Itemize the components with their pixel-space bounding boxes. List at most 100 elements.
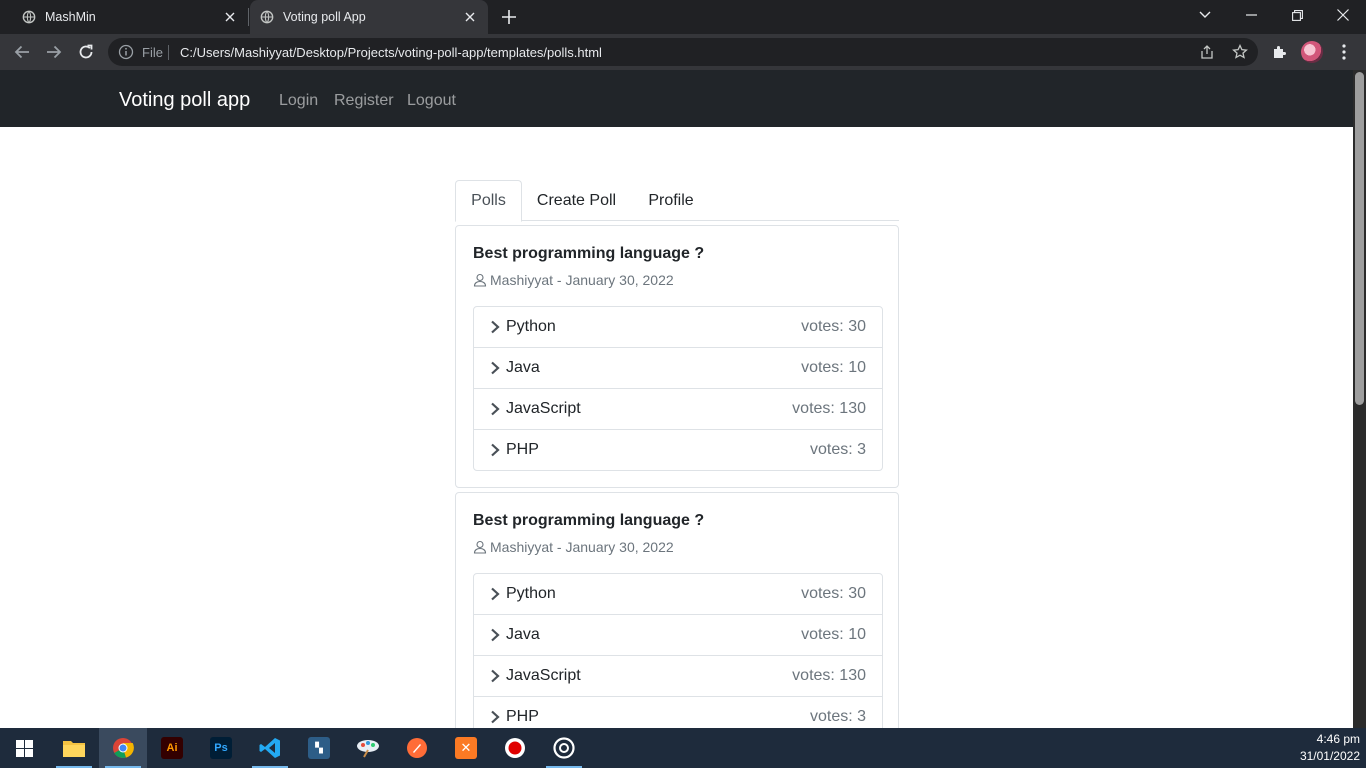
chevron-right-icon — [491, 587, 500, 601]
choice-name: Java — [506, 626, 540, 643]
choice-item[interactable]: Java votes: 10 — [474, 347, 882, 388]
choice-votes: votes: 30 — [801, 585, 866, 602]
user-icon — [473, 273, 487, 287]
choice-name: PHP — [506, 708, 539, 725]
chevron-right-icon — [491, 402, 500, 416]
choice-votes: votes: 3 — [809, 441, 866, 458]
browser-tab-mashmin[interactable]: MashMin — [0, 0, 248, 34]
browser-tabstrip: MashMin Voting poll App — [0, 0, 1366, 34]
choice-name: PHP — [506, 441, 539, 458]
user-icon — [473, 540, 487, 554]
url-separator — [168, 45, 169, 60]
chevron-right-icon — [491, 361, 500, 375]
app-navbar: Voting poll app Login Register Logout — [0, 70, 1353, 127]
choice-item[interactable]: Java votes: 10 — [474, 614, 882, 655]
choice-name: Python — [506, 585, 556, 602]
choice-name: JavaScript — [506, 400, 581, 417]
illustrator-icon[interactable]: Ai — [148, 728, 196, 768]
tab-profile[interactable]: Profile — [631, 180, 711, 221]
browser-toolbar: File C:/Users/Mashiyyat/Desktop/Projects… — [0, 34, 1366, 70]
browser-tab-voting-poll[interactable]: Voting poll App — [250, 0, 488, 34]
obs-icon[interactable] — [540, 728, 588, 768]
tab-divider — [248, 8, 249, 26]
clock-time: 4:46 pm — [1316, 732, 1360, 746]
poll-card: Best programming language ? Mashiyyat - … — [455, 225, 899, 488]
poll-author-date: Mashiyyat - January 30, 2022 — [490, 539, 674, 555]
new-tab-icon[interactable] — [498, 6, 520, 28]
choice-votes: votes: 130 — [792, 400, 866, 417]
tab-create-poll[interactable]: Create Poll — [522, 180, 631, 221]
close-tab-icon[interactable] — [462, 9, 478, 25]
choice-name: Java — [506, 359, 540, 376]
choice-item[interactable]: JavaScript votes: 130 — [474, 655, 882, 696]
menu-kebab-icon[interactable] — [1334, 42, 1354, 62]
bookmark-star-icon[interactable] — [1232, 44, 1248, 60]
poll-author-date: Mashiyyat - January 30, 2022 — [490, 272, 674, 288]
choice-item[interactable]: PHP votes: 3 — [474, 696, 882, 728]
windows-taskbar: Ai Ps ▚ ✕ 4:46 pm 31/01/2022 — [0, 728, 1366, 768]
page-viewport: Voting poll app Login Register Logout Po… — [0, 70, 1366, 728]
close-window-icon[interactable] — [1320, 0, 1366, 30]
reload-icon[interactable] — [74, 40, 98, 64]
choice-votes: votes: 30 — [801, 318, 866, 335]
browser-tab-title: MashMin — [45, 10, 96, 24]
chevron-right-icon — [491, 320, 500, 334]
choice-name: Python — [506, 318, 556, 335]
chevron-right-icon — [491, 710, 500, 724]
tab-polls[interactable]: Polls — [455, 180, 522, 222]
choice-item[interactable]: PHP votes: 3 — [474, 429, 882, 470]
chevron-right-icon — [491, 628, 500, 642]
back-icon[interactable] — [10, 40, 34, 64]
chevron-right-icon — [491, 443, 500, 457]
globe-icon — [260, 10, 274, 24]
poll-title[interactable]: Best programming language ? — [473, 245, 704, 263]
file-explorer-icon[interactable] — [50, 728, 98, 768]
choice-item[interactable]: Python votes: 30 — [474, 574, 882, 614]
poll-meta: Mashiyyat - January 30, 2022 — [473, 539, 674, 555]
choice-votes: votes: 10 — [801, 626, 866, 643]
address-bar[interactable]: File C:/Users/Mashiyyat/Desktop/Projects… — [108, 38, 1258, 66]
mysql-workbench-icon[interactable]: ▚ — [295, 728, 343, 768]
chevron-right-icon — [491, 669, 500, 683]
globe-icon — [22, 10, 36, 24]
system-clock[interactable]: 4:46 pm 31/01/2022 — [1300, 731, 1360, 765]
vscode-icon[interactable] — [246, 728, 294, 768]
profile-avatar[interactable] — [1301, 41, 1323, 63]
forward-icon[interactable] — [42, 40, 66, 64]
restore-icon[interactable] — [1274, 0, 1320, 30]
tab-search-icon[interactable] — [1182, 0, 1228, 30]
photoshop-icon[interactable]: Ps — [197, 728, 245, 768]
choice-name: JavaScript — [506, 667, 581, 684]
close-tab-icon[interactable] — [222, 9, 238, 25]
scrollbar-thumb[interactable] — [1355, 72, 1364, 405]
choice-item[interactable]: Python votes: 30 — [474, 307, 882, 347]
browser-tab-title: Voting poll App — [283, 10, 366, 24]
poll-meta: Mashiyyat - January 30, 2022 — [473, 272, 674, 288]
choice-votes: votes: 130 — [792, 667, 866, 684]
chrome-icon[interactable] — [99, 728, 147, 768]
start-icon[interactable] — [0, 728, 48, 768]
extensions-icon[interactable] — [1270, 42, 1290, 62]
share-icon[interactable] — [1199, 44, 1215, 60]
xampp-icon[interactable]: ✕ — [442, 728, 490, 768]
choice-votes: votes: 10 — [801, 359, 866, 376]
recorder-icon[interactable] — [491, 728, 539, 768]
paint-icon[interactable] — [344, 728, 392, 768]
url-text[interactable]: C:/Users/Mashiyyat/Desktop/Projects/voti… — [180, 45, 602, 60]
choice-votes: votes: 3 — [809, 708, 866, 725]
nav-logout-link[interactable]: Logout — [407, 92, 456, 110]
page-scrollbar[interactable] — [1353, 70, 1366, 728]
info-icon[interactable] — [118, 44, 134, 60]
url-scheme-label: File — [142, 45, 163, 60]
navbar-brand[interactable]: Voting poll app — [119, 89, 250, 112]
poll-card: Best programming language ? Mashiyyat - … — [455, 492, 899, 728]
nav-register-link[interactable]: Register — [334, 92, 394, 110]
clock-date: 31/01/2022 — [1299, 749, 1360, 763]
choice-item[interactable]: JavaScript votes: 130 — [474, 388, 882, 429]
poll-title[interactable]: Best programming language ? — [473, 512, 704, 530]
postman-icon[interactable] — [393, 728, 441, 768]
poll-tabs: Polls Create Poll Profile — [455, 180, 899, 222]
nav-login-link[interactable]: Login — [279, 92, 318, 110]
minimize-icon[interactable] — [1228, 0, 1274, 30]
choice-list: Python votes: 30 Java votes: 10 JavaScri… — [473, 306, 883, 471]
